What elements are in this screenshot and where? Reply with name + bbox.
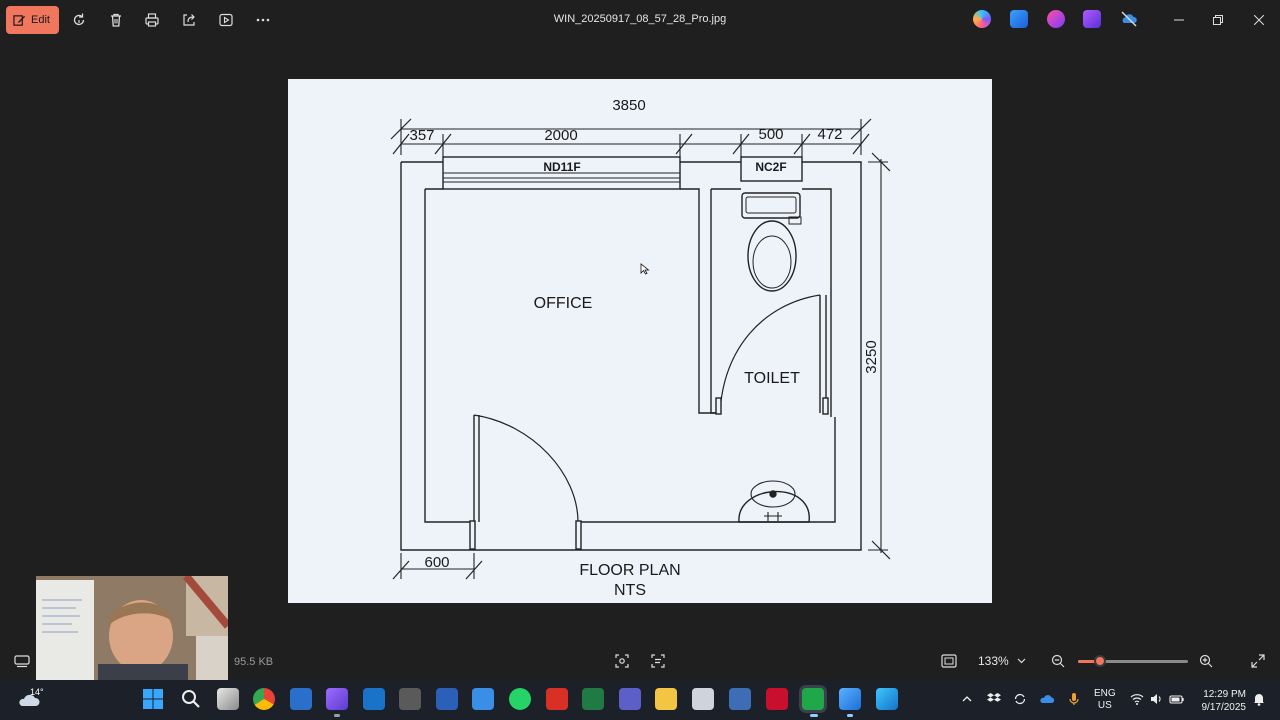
close-icon[interactable] <box>1248 9 1270 31</box>
clock-date: 9/17/2025 <box>1201 702 1247 713</box>
clock[interactable]: 12:29 PM 9/17/2025 <box>1190 688 1247 714</box>
room-label-office: OFFICE <box>534 295 593 312</box>
whatsapp-icon[interactable] <box>509 688 531 710</box>
dim-window: 2000 <box>544 127 577 144</box>
dim-height: 3250 <box>863 340 880 373</box>
mouse-pointer-icon <box>640 263 650 275</box>
toilet-door-swing <box>719 294 821 414</box>
dropbox-icon[interactable] <box>985 689 1003 709</box>
dim-overall-width: 3850 <box>612 97 645 114</box>
outer-wall <box>400 161 862 551</box>
title-bar: Edit WIN_20250917_08_57_28_Pro.jpg <box>0 0 1280 40</box>
outlook-icon[interactable] <box>363 688 385 710</box>
weather-temp: 14° <box>30 687 44 697</box>
store-icon[interactable] <box>472 688 494 710</box>
text-scan-icon[interactable] <box>649 652 667 670</box>
onedrive-icon[interactable] <box>1038 689 1056 709</box>
fullscreen-icon[interactable] <box>1249 652 1267 670</box>
notification-icon[interactable] <box>1250 689 1268 709</box>
dim-toilet-window: 500 <box>758 126 783 143</box>
office-door-leaf <box>473 415 480 522</box>
dim-line-overall <box>400 119 862 155</box>
status-bar: 95.5 KB 133% <box>0 644 1280 678</box>
photos-taskbar-icon[interactable] <box>326 688 348 710</box>
acrobat-icon[interactable] <box>546 688 568 710</box>
window-office-tag: ND11F <box>543 160 580 174</box>
dim-door-offset: 600 <box>424 554 449 571</box>
zoom-in-icon[interactable] <box>1197 652 1215 670</box>
remote-desktop-icon[interactable] <box>876 688 898 710</box>
sync-icon[interactable] <box>1011 689 1029 709</box>
language-code: ENG <box>1094 688 1116 699</box>
calculator-icon[interactable] <box>729 688 751 710</box>
zoom-dropdown[interactable]: 133% <box>970 650 1036 672</box>
region-code: US <box>1097 700 1112 711</box>
filmstrip-icon[interactable] <box>13 652 31 670</box>
restore-icon[interactable] <box>1207 9 1229 31</box>
office-door-swing <box>473 414 579 523</box>
zoom-value: 133% <box>978 654 1009 668</box>
visual-search-icon[interactable] <box>613 652 631 670</box>
chevron-down-icon <box>1017 658 1026 664</box>
window-toilet-tag: NC2F <box>755 160 786 174</box>
photos-app-icon[interactable] <box>1083 10 1101 28</box>
file-explorer-icon[interactable] <box>655 688 677 710</box>
onedrive-off-icon[interactable] <box>1120 10 1138 28</box>
image-canvas[interactable]: 3850 357 2000 500 472 3250 600 ND11F NC2… <box>288 79 992 603</box>
chevron-up-icon[interactable] <box>958 689 976 709</box>
zoom-slider-thumb[interactable] <box>1094 655 1106 667</box>
copilot-icon[interactable] <box>973 10 991 28</box>
camera-icon[interactable] <box>399 688 421 710</box>
start-icon[interactable] <box>142 688 164 710</box>
dim-left-segment: 357 <box>409 127 434 144</box>
photos-viewer-icon[interactable] <box>839 688 861 710</box>
zoom-out-icon[interactable] <box>1049 652 1067 670</box>
file-size: 95.5 KB <box>234 656 274 668</box>
task-view-icon[interactable] <box>217 688 239 710</box>
floor-plan-drawing: 3850 357 2000 500 472 3250 600 ND11F NC2… <box>390 97 891 599</box>
drawing-title: FLOOR PLAN <box>579 562 680 579</box>
search-icon[interactable] <box>180 688 202 710</box>
inner-wall-office <box>424 189 474 523</box>
app-3d-icon[interactable] <box>290 688 312 710</box>
volume-icon[interactable] <box>1147 689 1165 709</box>
zoom-slider[interactable] <box>1078 655 1188 667</box>
active-app-icon[interactable] <box>802 688 824 710</box>
word-icon[interactable] <box>436 688 458 710</box>
clipchamp-icon[interactable] <box>1047 10 1065 28</box>
clock-time: 12:29 PM <box>1203 689 1246 700</box>
microphone-icon[interactable] <box>1065 689 1083 709</box>
chrome-icon[interactable] <box>253 688 275 710</box>
language-indicator[interactable]: ENG US <box>1094 688 1116 712</box>
toilet-bowl <box>747 220 797 292</box>
taskbar: 14° ENG US 12:29 PM 9/17/2025 <box>0 680 1280 720</box>
minimize-icon[interactable] <box>1168 9 1190 31</box>
dim-right-segment: 472 <box>817 126 842 143</box>
wifi-icon[interactable] <box>1128 689 1146 709</box>
drawing-scale-note: NTS <box>614 582 646 599</box>
room-label-toilet: TOILET <box>744 370 800 387</box>
battery-icon[interactable] <box>1168 689 1186 709</box>
excel-icon[interactable] <box>582 688 604 710</box>
autocad-icon[interactable] <box>766 688 788 710</box>
teams-icon[interactable] <box>619 688 641 710</box>
snipping-tool-icon[interactable] <box>692 688 714 710</box>
fit-to-window-icon[interactable] <box>940 652 958 670</box>
designer-icon[interactable] <box>1010 10 1028 28</box>
